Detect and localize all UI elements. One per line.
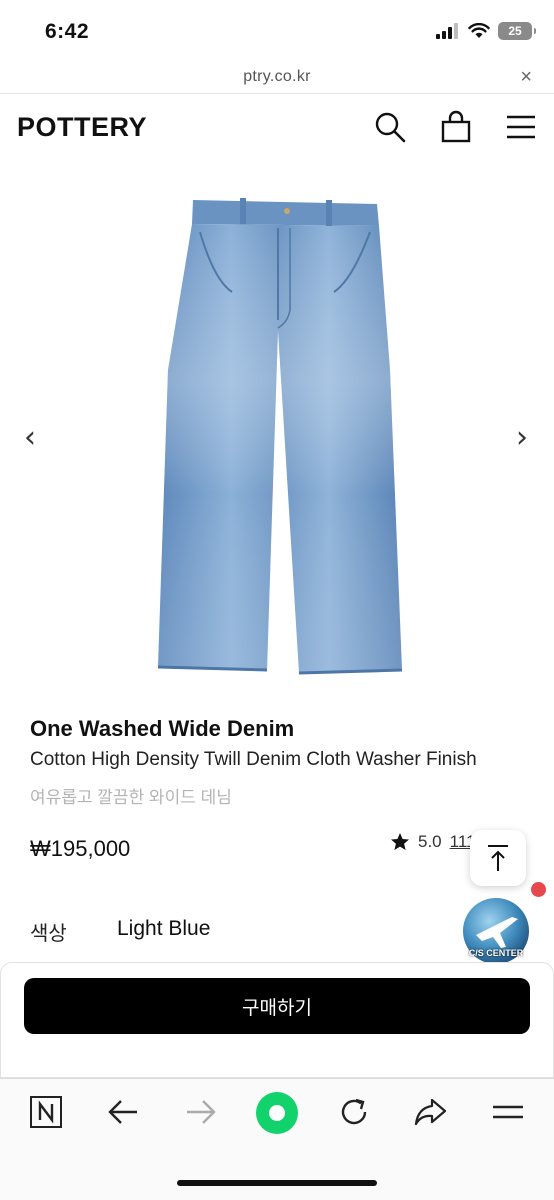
green-dot-icon[interactable] (255, 1091, 299, 1135)
url-text[interactable]: ptry.co.kr (0, 68, 554, 86)
product-description: 여유롭고 깔끔한 와이드 데님 (30, 788, 232, 807)
status-icons: 25 (436, 22, 536, 40)
star-icon (391, 833, 409, 850)
back-arrow-icon[interactable] (105, 1094, 141, 1130)
notification-dot (531, 882, 546, 897)
search-icon[interactable] (372, 109, 408, 145)
wifi-icon (468, 23, 490, 38)
product-subtitle: Cotton High Density Twill Denim Cloth Wa… (30, 749, 477, 770)
site-header: POTTERY (0, 95, 554, 161)
status-time: 6:42 (45, 20, 90, 43)
product-rating[interactable]: 5.0 111 (390, 832, 475, 852)
share-icon[interactable] (412, 1094, 448, 1130)
home-indicator (177, 1180, 377, 1186)
gallery-next-arrow[interactable]: › (516, 420, 528, 455)
product-name: One Washed Wide Denim (30, 716, 295, 741)
arrow-up-icon (488, 845, 508, 871)
menu-icon[interactable] (503, 109, 539, 145)
cellular-signal-icon (436, 23, 458, 39)
buy-button[interactable]: 구매하기 (24, 978, 530, 1034)
product-image[interactable] (0, 170, 554, 700)
color-option-label: 색상 (30, 923, 67, 945)
scroll-top-button[interactable] (470, 830, 526, 886)
refresh-icon[interactable] (336, 1094, 372, 1130)
color-option-value[interactable]: Light Blue (117, 917, 210, 941)
battery-icon: 25 (498, 22, 536, 40)
rating-value: 5.0 (418, 832, 442, 851)
forward-arrow-icon[interactable] (183, 1094, 219, 1130)
gallery-prev-arrow[interactable]: ‹ (24, 420, 36, 455)
site-logo[interactable]: POTTERY (17, 112, 147, 143)
url-bar[interactable]: ptry.co.kr × (0, 60, 554, 94)
close-icon[interactable]: × (520, 66, 532, 89)
product-price: ₩195,000 (30, 836, 131, 861)
menu-lines-icon[interactable] (490, 1094, 526, 1130)
shopping-bag-icon[interactable] (438, 109, 474, 145)
status-bar: 6:42 25 (0, 0, 554, 60)
cs-center-label[interactable]: C/S CENTER (460, 948, 532, 958)
naver-icon[interactable] (28, 1094, 64, 1130)
